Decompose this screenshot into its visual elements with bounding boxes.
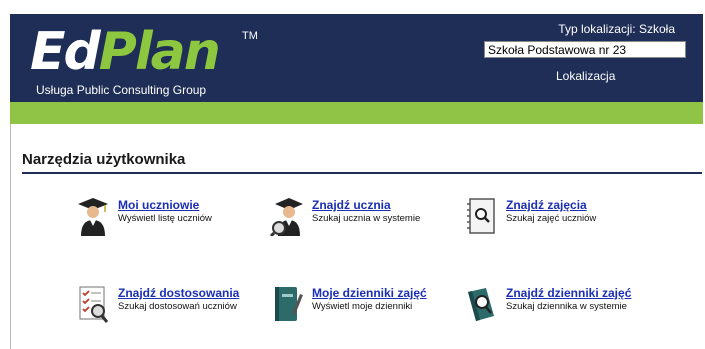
logo-plan: Plan — [98, 22, 221, 82]
notebook-search-icon — [467, 198, 495, 234]
app-header: EdPlan TM Usługa Public Consulting Group… — [10, 14, 703, 102]
tool-find-journals[interactable]: Znajdź dzienniki zajęć Szukaj dziennika … — [464, 284, 631, 324]
graduate-icon — [78, 198, 108, 236]
logo-ed: Ed — [30, 22, 101, 82]
tool-title[interactable]: Moi uczniowie — [118, 198, 212, 212]
tool-my-journals[interactable]: Moje dzienniki zajęć Wyświetl moje dzien… — [270, 284, 427, 324]
tool-find-student[interactable]: Znajdź ucznia Szukaj ucznia w systemie — [270, 196, 420, 236]
tool-desc: Wyświetl moje dzienniki — [312, 301, 413, 312]
edplan-logo: EdPlan TM — [30, 22, 258, 82]
green-nav-bar — [10, 102, 703, 124]
graduate-search-icon — [270, 198, 303, 236]
section-divider — [22, 172, 702, 174]
tool-desc: Szukaj ucznia w systemie — [312, 213, 421, 224]
logo-trademark: TM — [242, 30, 258, 42]
tool-desc: Szukaj zajęć uczniów — [506, 213, 597, 224]
checklist-search-icon — [79, 286, 109, 323]
journal-icon — [275, 287, 303, 321]
tool-title[interactable]: Moje dzienniki zajęć — [312, 286, 427, 300]
tool-my-students[interactable]: Moi uczniowie Wyświetl listę uczniów — [76, 196, 212, 236]
location-type-label: Typ lokalizacji: Szkoła — [558, 22, 675, 36]
journal-search-icon — [468, 288, 494, 321]
tool-desc: Szukaj dziennika w systemie — [506, 301, 627, 312]
location-select[interactable] — [484, 41, 686, 58]
tool-title[interactable]: Znajdź zajęcia — [506, 198, 596, 212]
section-title: Narzędzia użytkownika — [22, 151, 186, 168]
tool-desc: Szukaj dostosowań uczniów — [118, 301, 237, 312]
tool-title[interactable]: Znajdź ucznia — [312, 198, 420, 212]
tool-title[interactable]: Znajdź dostosowania — [118, 286, 239, 300]
tool-desc: Wyświetl listę uczniów — [118, 213, 212, 224]
location-link[interactable]: Lokalizacja — [556, 69, 615, 83]
tool-find-adjustments[interactable]: Znajdź dostosowania Szukaj dostosowań uc… — [76, 284, 239, 324]
tool-find-classes[interactable]: Znajdź zajęcia Szukaj zajęć uczniów — [464, 196, 596, 236]
tagline: Usługa Public Consulting Group — [36, 83, 207, 97]
tool-title[interactable]: Znajdź dzienniki zajęć — [506, 286, 631, 300]
